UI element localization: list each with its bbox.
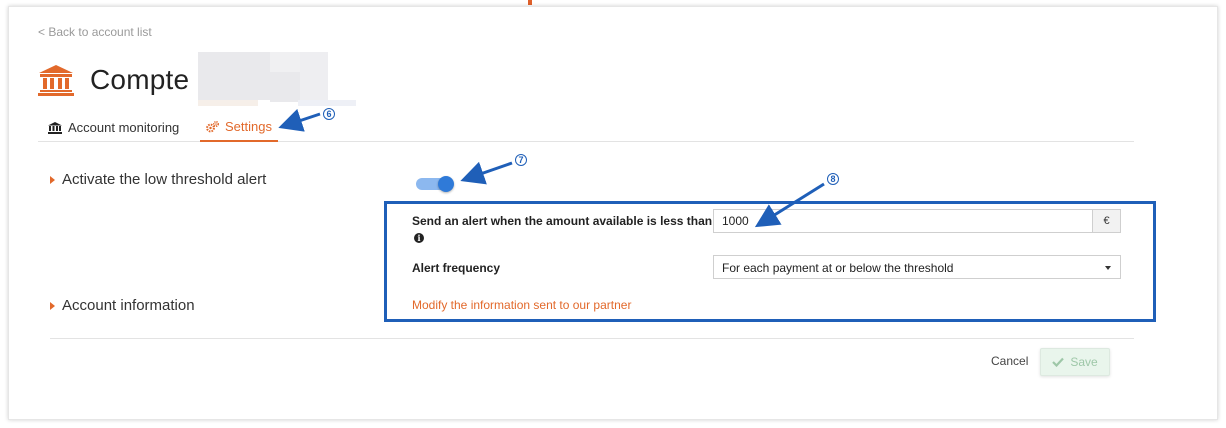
annotation-marker-8: 8 — [827, 173, 839, 185]
annotation-marker-7: 7 — [515, 154, 527, 166]
annotation-arrow-6 — [278, 108, 321, 132]
annotation-arrows — [278, 108, 825, 228]
annotation-arrow-7 — [460, 161, 513, 185]
annotation-arrow-8 — [754, 182, 825, 228]
annotation-marker-6: 6 — [323, 108, 335, 120]
